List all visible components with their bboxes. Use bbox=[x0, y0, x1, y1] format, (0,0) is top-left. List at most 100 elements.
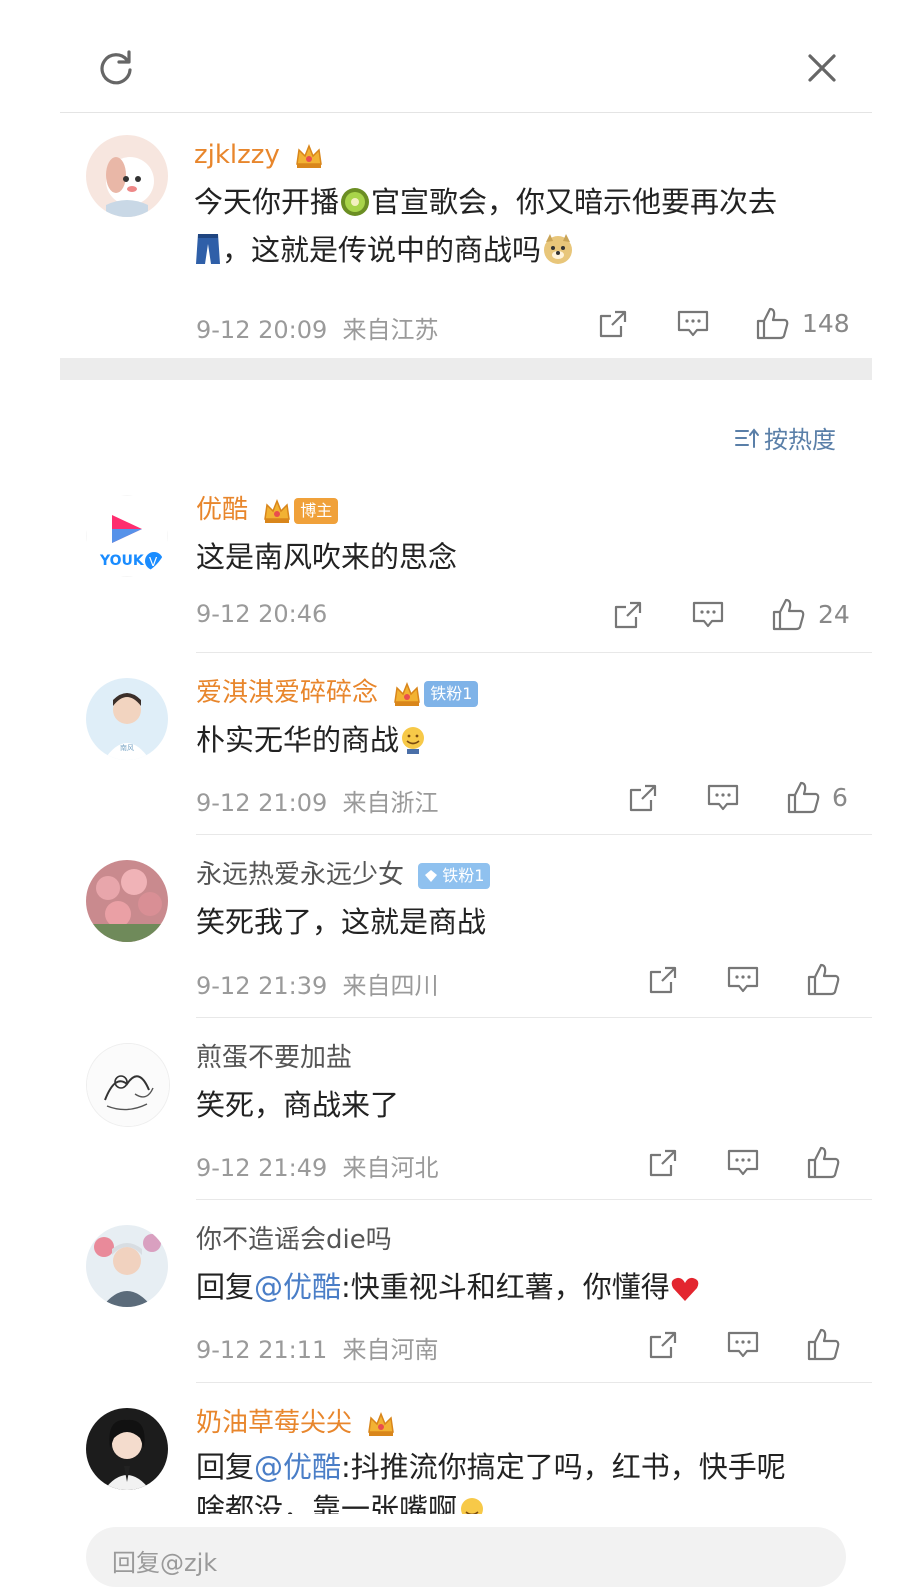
text-part: :快重视斗和红薯，你懂得 bbox=[341, 1270, 670, 1304]
timestamp: 9-12 20:46 bbox=[196, 600, 328, 628]
username-text[interactable]: 爱淇淇爱碎碎念 bbox=[196, 678, 378, 708]
share-icon[interactable] bbox=[595, 306, 631, 342]
text-part: :抖推流你搞定了吗，红书，快手呢 bbox=[341, 1450, 786, 1484]
comment-text: 今天你开播 官宣歌会，你又暗示他要再次去 ，这就是传说中的商战吗 bbox=[194, 181, 854, 277]
share-icon[interactable] bbox=[610, 597, 646, 633]
comment-icon[interactable] bbox=[725, 962, 761, 998]
crown-icon bbox=[366, 1410, 396, 1438]
username[interactable]: 煎蛋不要加盐 bbox=[196, 1042, 352, 1074]
timestamp: 9-12 21:09 bbox=[196, 789, 328, 817]
reply-prefix: 回复 bbox=[196, 1270, 255, 1304]
timestamp: 9-12 21:11 bbox=[196, 1336, 328, 1364]
comment-text: 回复@优酷:抖推流你搞定了吗，红书，快手呢 啥都没，靠一张嘴啊 bbox=[196, 1446, 856, 1514]
main-comment: zjklzzy 今天你开播 官宣歌会，你又暗示他要再次去 ，这就是传说中的商战吗 … bbox=[0, 113, 913, 358]
username[interactable]: 爱淇淇爱碎碎念 铁粉1 bbox=[196, 677, 479, 709]
badge-tag: 博主 bbox=[294, 497, 339, 524]
comment-text: 回复@优酷:快重视斗和红薯，你懂得 bbox=[196, 1266, 700, 1314]
mention-link[interactable]: @优酷 bbox=[254, 1270, 341, 1304]
timestamp: 9-12 21:49 bbox=[196, 1154, 328, 1182]
crown-icon bbox=[392, 680, 422, 708]
like-count: 6 bbox=[832, 783, 848, 812]
username-text[interactable]: 煎蛋不要加盐 bbox=[196, 1043, 352, 1073]
comment-icon[interactable] bbox=[725, 1145, 761, 1181]
svg-text:YOUK: YOUK bbox=[99, 553, 145, 569]
comment-meta: 9-12 20:09 来自江苏 bbox=[196, 310, 439, 345]
username[interactable]: 优酷 博主 bbox=[196, 494, 339, 526]
location: 来自河北 bbox=[342, 1154, 439, 1182]
timestamp: 9-12 20:09 bbox=[196, 316, 328, 344]
share-icon[interactable] bbox=[645, 962, 681, 998]
like-icon[interactable] bbox=[754, 306, 790, 342]
comment-meta: 9-12 20:46 bbox=[196, 600, 327, 628]
username-text[interactable]: 优酷 bbox=[196, 495, 248, 525]
diamond-icon bbox=[425, 869, 438, 882]
avatar[interactable] bbox=[86, 860, 168, 942]
like-count: 148 bbox=[802, 309, 850, 338]
comment-divider bbox=[196, 1199, 872, 1200]
share-icon[interactable] bbox=[625, 780, 661, 816]
username-text[interactable]: 你不造谣会die吗 bbox=[196, 1225, 392, 1255]
username[interactable]: 奶油草莓尖尖 bbox=[196, 1407, 396, 1439]
jeans-icon bbox=[194, 232, 222, 277]
reply-input[interactable]: 回复@zjk bbox=[86, 1527, 846, 1587]
avatar[interactable]: YOUK V bbox=[86, 495, 168, 577]
avatar[interactable] bbox=[86, 1225, 168, 1307]
avatar[interactable] bbox=[86, 135, 168, 217]
location: 来自河南 bbox=[342, 1336, 439, 1364]
comment-icon[interactable] bbox=[725, 1327, 761, 1363]
like-icon[interactable] bbox=[805, 962, 841, 998]
sort-icon bbox=[735, 427, 759, 448]
like-icon[interactable] bbox=[785, 780, 821, 816]
crown-icon bbox=[294, 142, 324, 170]
username[interactable]: zjklzzy bbox=[194, 139, 324, 171]
close-icon[interactable] bbox=[800, 46, 844, 90]
username-text[interactable]: 奶油草莓尖尖 bbox=[196, 1408, 352, 1438]
hug-emoji-icon bbox=[457, 1494, 487, 1514]
svg-text:V: V bbox=[149, 555, 158, 569]
comment-icon[interactable] bbox=[705, 780, 741, 816]
comment-text: 这是南风吹来的思念 bbox=[196, 540, 458, 574]
text-part: 朴实无华的商战 bbox=[196, 723, 400, 757]
doge-icon bbox=[541, 232, 575, 277]
comment-divider bbox=[196, 1382, 872, 1383]
username[interactable]: 永远热爱永远少女 铁粉1 bbox=[196, 859, 491, 891]
text-part: ，这就是传说中的商战吗 bbox=[222, 233, 542, 267]
text-part: 官宣歌会，你又暗示他要再次去 bbox=[371, 185, 778, 219]
username-text[interactable]: 永远热爱永远少女 bbox=[196, 860, 404, 890]
like-count: 24 bbox=[818, 600, 850, 629]
comment-meta: 9-12 21:11 来自河南 bbox=[196, 1330, 439, 1365]
comment-icon[interactable] bbox=[690, 597, 726, 633]
sweat-smile-icon bbox=[399, 724, 427, 767]
like-icon[interactable] bbox=[770, 597, 806, 633]
share-icon[interactable] bbox=[645, 1145, 681, 1181]
location: 来自江苏 bbox=[342, 316, 439, 344]
badge-tag: 铁粉1 bbox=[418, 862, 491, 889]
reply-placeholder: 回复@zjk bbox=[112, 1549, 218, 1577]
text-part: 今天你开播 bbox=[194, 185, 340, 219]
avatar[interactable]: 南风 bbox=[86, 678, 168, 760]
comment-text: 笑死我了，这就是商战 bbox=[196, 905, 487, 939]
comment-divider bbox=[196, 1017, 872, 1018]
mention-link[interactable]: @优酷 bbox=[254, 1450, 341, 1484]
avatar[interactable] bbox=[86, 1043, 170, 1127]
like-icon[interactable] bbox=[805, 1327, 841, 1363]
heart-icon bbox=[670, 1272, 700, 1314]
refresh-icon[interactable] bbox=[94, 46, 138, 90]
comment-icon[interactable] bbox=[675, 306, 711, 342]
timestamp: 9-12 21:39 bbox=[196, 972, 328, 1000]
top-bar bbox=[0, 0, 913, 112]
like-icon[interactable] bbox=[805, 1145, 841, 1181]
text-part: 啥都没，靠一张嘴啊 bbox=[196, 1492, 458, 1514]
section-gap bbox=[60, 358, 872, 380]
comment-meta: 9-12 21:49 来自河北 bbox=[196, 1148, 439, 1183]
comment-text: 朴实无华的商战 bbox=[196, 719, 427, 767]
comment-divider bbox=[196, 834, 872, 835]
username-text[interactable]: zjklzzy bbox=[194, 140, 280, 170]
comment-text: 笑死，商战来了 bbox=[196, 1088, 400, 1122]
avatar[interactable] bbox=[86, 1408, 168, 1490]
crown-icon bbox=[262, 497, 292, 525]
kiwi-icon bbox=[339, 186, 371, 229]
share-icon[interactable] bbox=[645, 1327, 681, 1363]
sort-button[interactable]: 按热度 bbox=[734, 420, 836, 455]
username[interactable]: 你不造谣会die吗 bbox=[196, 1224, 392, 1256]
